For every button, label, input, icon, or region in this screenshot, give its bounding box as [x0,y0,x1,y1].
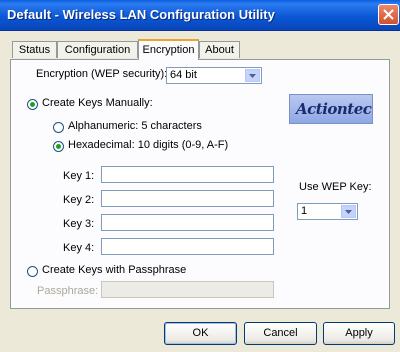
close-icon [383,9,394,20]
alphanumeric-label: Alphanumeric: 5 characters [68,120,202,132]
encryption-label: Encryption (WEP security): [36,68,168,80]
create-keys-manually-radio[interactable] [27,99,38,110]
hexadecimal-radio[interactable] [53,141,64,152]
encryption-select[interactable]: 64 bit [166,67,262,84]
tab-about[interactable]: About [199,41,240,58]
key-1-input[interactable] [101,166,274,183]
use-wep-key-select[interactable]: 1 [297,203,358,220]
create-keys-passphrase-radio[interactable] [27,266,38,277]
create-keys-passphrase-label: Create Keys with Passphrase [42,264,187,276]
actiontec-logo: Actiontec [289,94,373,124]
alphanumeric-radio[interactable] [53,122,64,133]
passphrase-input[interactable] [101,281,274,298]
apply-button[interactable]: Apply [323,322,395,345]
key-4-input[interactable] [101,238,274,255]
tab-configuration[interactable]: Configuration [57,41,138,58]
use-wep-key-dropdown-button[interactable] [341,205,356,218]
key-2-input[interactable] [101,190,274,207]
encryption-select-value: 64 bit [170,69,197,81]
tab-status[interactable]: Status [12,41,57,58]
cancel-button[interactable]: Cancel [244,322,317,345]
window-title: Default - Wireless LAN Configuration Uti… [7,7,275,22]
key-3-input[interactable] [101,214,274,231]
close-button[interactable] [378,4,399,25]
tab-encryption[interactable]: Encryption [138,39,199,60]
key-1-label: Key 1: [63,170,95,182]
chevron-down-icon [345,210,352,214]
hexadecimal-label: Hexadecimal: 10 digits (0-9, A-F) [68,139,229,151]
create-keys-manually-label: Create Keys Manually: [42,97,153,109]
encryption-panel: Encryption (WEP security): 64 bit Create… [10,59,390,309]
encryption-dropdown-button[interactable] [245,69,260,82]
ok-button[interactable]: OK [164,322,237,345]
key-2-label: Key 2: [63,194,95,206]
key-4-label: Key 4: [63,242,95,254]
use-wep-key-value: 1 [301,205,308,217]
use-wep-key-label: Use WEP Key: [299,181,372,193]
key-3-label: Key 3: [63,218,95,230]
title-bar: Default - Wireless LAN Configuration Uti… [0,0,400,31]
logo-text: Actiontec [296,100,372,118]
chevron-down-icon [249,74,256,78]
passphrase-label: Passphrase: [37,285,99,297]
